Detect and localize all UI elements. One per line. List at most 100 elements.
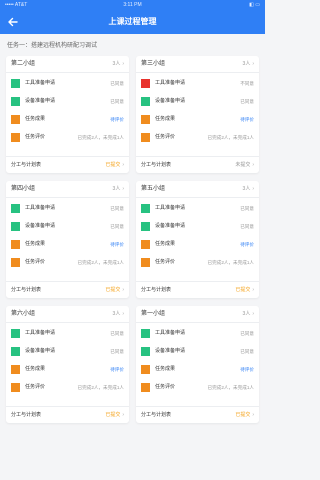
group-status-row[interactable]: 任务成果 待评价 [6, 237, 129, 252]
chevron-right-icon: › [122, 287, 124, 293]
plan-status-value: 已提交 [235, 287, 251, 293]
plan-row[interactable]: 分工与计划表 已提交 › [6, 156, 129, 173]
group-status-row[interactable]: 任务评价 已完成2人，未完成1人 [136, 380, 259, 395]
status-row-value: 已完成2人，未完成1人 [77, 260, 124, 265]
status-indicator [11, 347, 20, 356]
status-row-value: 已同意 [110, 81, 124, 86]
plan-row[interactable]: 分工与计划表 未提交 › [136, 156, 259, 173]
group-card[interactable]: 第四小组 3人 › 工具准备申请 已同意 设备准备申请 已同意任务成果 待评价任务评价 已完成2… [6, 181, 129, 298]
status-indicator [141, 347, 150, 356]
status-indicator [141, 240, 150, 249]
member-count: 3人 › [243, 306, 254, 323]
group-card[interactable]: 第二小组 3人 › 工具准备申请 已同意 设备准备申请 已同意 任务成果 待评价 任务评价 已完成2… [6, 56, 129, 173]
group-status-row[interactable]: 工具准备申请 不同意 [136, 76, 259, 91]
group-status-row[interactable]: 任务评价 已完成2人，未完成1人 [136, 130, 259, 145]
group-status-row[interactable]: 任务评价 已完成2人，未完成1人 [6, 255, 129, 270]
status-row-label: 任务成果 [155, 366, 176, 372]
group-card-header[interactable]: 第六小组 3人 › [6, 306, 129, 323]
plan-label: 分工与计划表 [141, 287, 172, 293]
member-count: 3人 › [243, 181, 254, 198]
status-row-label: 工具准备申请 [155, 330, 186, 336]
group-status-row[interactable]: 设备准备申请 已同意 [136, 344, 259, 359]
plan-row[interactable]: 分工与计划表 已提交 › [6, 281, 129, 298]
group-name: 第二小组 [11, 61, 36, 67]
plan-status-value: 已提交 [235, 412, 251, 418]
status-row-label: 设备准备申请 [155, 348, 186, 354]
group-status-row[interactable]: 设备准备申请 已同意 [6, 94, 129, 109]
page-title: 上课过程管理 [108, 17, 157, 26]
group-card-header[interactable]: 第三小组 3人 › [136, 56, 259, 73]
status-row-value: 已同意 [110, 99, 124, 104]
group-status-row[interactable]: 工具准备申请 已同意 [136, 201, 259, 216]
group-status-row[interactable]: 任务成果 待评价 [136, 362, 259, 377]
status-indicator [141, 204, 150, 213]
group-status-row[interactable]: 任务成果 待评价 [136, 237, 259, 252]
chevron-right-icon: › [252, 311, 254, 317]
group-status-row[interactable]: 工具准备申请 已同意 [6, 76, 129, 91]
status-row-label: 工具准备申请 [25, 80, 56, 86]
chevron-right-icon: › [122, 311, 124, 317]
plan-label: 分工与计划表 [11, 412, 42, 418]
status-row-label: 任务成果 [25, 241, 46, 247]
group-card[interactable]: 第六小组 3人 › 工具准备申请 已同意 设备准备申请 已同意 任务成果 待评价任务评价 已完成2… [6, 306, 129, 423]
status-row-label: 任务评价 [25, 384, 46, 390]
status-indicator [141, 365, 150, 374]
member-count-value: 3人 [112, 61, 121, 67]
chevron-right-icon: › [122, 61, 124, 67]
task-title: 任务一：搭建远程机构研配习调试 [7, 43, 98, 49]
plan-row[interactable]: 分工与计划表 已提交 › [136, 281, 259, 298]
plan-row[interactable]: 分工与计划表 已提交 › [6, 406, 129, 423]
status-row-value: 待评价 [240, 117, 254, 122]
group-name: 第五小组 [141, 186, 166, 192]
group-status-row[interactable]: 任务评价 已完成2人，未完成1人 [6, 380, 129, 395]
status-row-value: 已完成2人，未完成1人 [77, 385, 124, 390]
group-status-row[interactable]: 任务成果 待评价 [6, 362, 129, 377]
status-indicator [11, 115, 20, 124]
chevron-right-icon: › [252, 162, 254, 168]
group-card[interactable]: 第一小组 3人 › 工具准备申请 已同意 设备准备申请 已同意任务成果 待评价任务评价 已完成2… [136, 306, 259, 423]
group-status-row[interactable]: 设备准备申请 已同意 [136, 219, 259, 234]
group-status-row[interactable]: 任务成果 待评价 [6, 112, 129, 127]
back-button[interactable] [4, 13, 22, 31]
group-card[interactable]: 第五小组 3人 › 工具准备申请 已同意 设备准备申请 已同意 任务成果 待评价 任务评价 已完成2… [136, 181, 259, 298]
group-status-row[interactable]: 任务评价 已完成2人，未完成1人 [6, 130, 129, 145]
group-status-row[interactable]: 设备准备申请 已同意 [6, 344, 129, 359]
group-card[interactable]: 第三小组 3人 › 工具准备申请 不同意 设备准备申请 已同意任务成果 待评价任务评价 已完成2… [136, 56, 259, 173]
status-row-label: 工具准备申请 [155, 205, 186, 211]
group-status-row[interactable]: 工具准备申请 已同意 [6, 326, 129, 341]
status-row-label: 任务成果 [25, 116, 46, 122]
status-row-value: 已同意 [110, 349, 124, 354]
status-row-value: 已完成2人，未完成1人 [207, 135, 254, 140]
status-row-label: 任务成果 [25, 366, 46, 372]
status-row-label: 设备准备申请 [155, 223, 186, 229]
member-count-value: 3人 [242, 61, 251, 67]
plan-label: 分工与计划表 [141, 412, 172, 418]
chevron-right-icon: › [122, 186, 124, 192]
member-count-value: 3人 [242, 186, 251, 192]
group-card-header[interactable]: 第二小组 3人 › [6, 56, 129, 73]
group-status-row[interactable]: 任务成果 待评价 [136, 112, 259, 127]
group-card-header[interactable]: 第五小组 3人 › [136, 181, 259, 198]
plan-label: 分工与计划表 [141, 162, 172, 168]
status-row-label: 任务评价 [155, 259, 176, 265]
status-row-label: 设备准备申请 [25, 223, 56, 229]
group-status-row[interactable]: 设备准备申请 已同意 [136, 94, 259, 109]
group-status-row[interactable]: 任务评价 已完成2人，未完成1人 [136, 255, 259, 270]
status-row-label: 任务评价 [155, 134, 176, 140]
status-row-label: 任务成果 [155, 241, 176, 247]
status-row-label: 任务成果 [155, 116, 176, 122]
group-status-row[interactable]: 工具准备申请 已同意 [136, 326, 259, 341]
status-row-value: 已同意 [240, 99, 254, 104]
status-row-value: 待评价 [110, 242, 124, 247]
group-card-header[interactable]: 第四小组 3人 › [6, 181, 129, 198]
plan-row[interactable]: 分工与计划表 已提交 › [136, 406, 259, 423]
group-status-row[interactable]: 设备准备申请 已同意 [6, 219, 129, 234]
status-row-value: 已同意 [240, 206, 254, 211]
member-count: 3人 › [113, 56, 124, 73]
plan-status-value: 未提交 [235, 162, 251, 168]
status-indicator [11, 204, 20, 213]
group-status-row[interactable]: 工具准备申请 已同意 [6, 201, 129, 216]
status-row-value: 待评价 [240, 367, 254, 372]
status-time: 3:11 PM [123, 2, 142, 8]
group-card-header[interactable]: 第一小组 3人 › [136, 306, 259, 323]
